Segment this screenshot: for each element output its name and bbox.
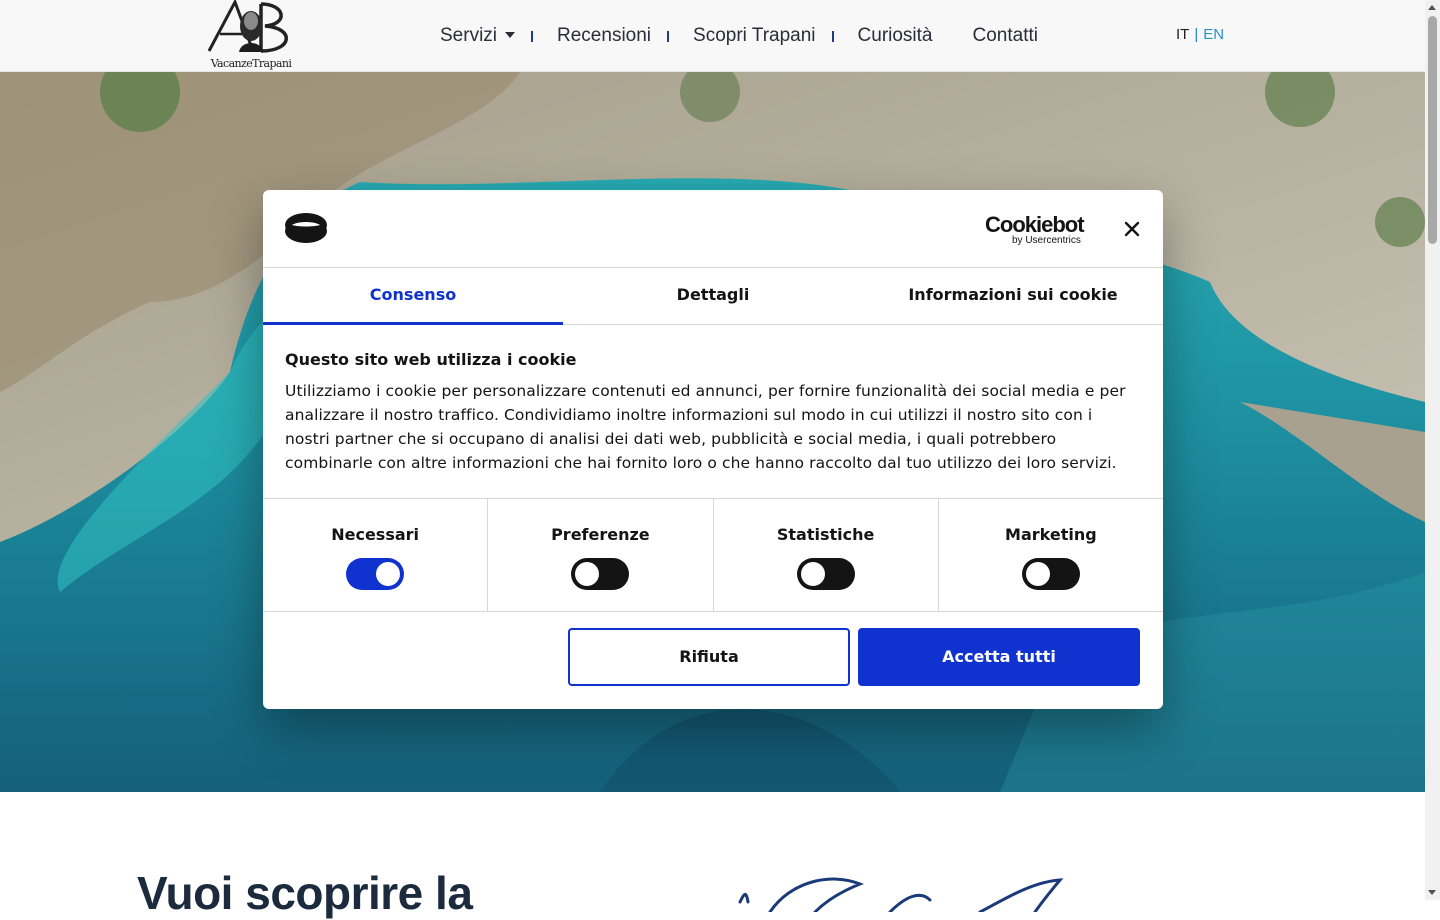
nav-item-recensioni[interactable]: Recensioni (541, 25, 667, 47)
nav-divider (667, 30, 670, 42)
category-label: Statistiche (776, 525, 875, 544)
toggle-knob (800, 562, 825, 586)
cookiebot-brand[interactable]: Cookiebot by Usercentrics (985, 212, 1087, 246)
nav-item-servizi[interactable]: Servizi (424, 25, 531, 47)
tab-informazioni[interactable]: Informazioni sui cookie (863, 268, 1163, 324)
tab-dettagli[interactable]: Dettagli (563, 268, 863, 324)
scrollbar-thumb[interactable] (1428, 16, 1437, 244)
category-label: Necessari (331, 525, 420, 544)
nav-item-curiosita[interactable]: Curiosità (842, 25, 949, 47)
page-scrollbar[interactable] (1425, 0, 1440, 900)
site-logo[interactable]: VacanzeTrapani (205, 0, 297, 72)
top-navbar: VacanzeTrapani Servizi Recensioni Scopri… (0, 0, 1425, 72)
cookie-consent-dialog: Cookiebot by Usercentrics Consenso Detta… (263, 190, 1163, 709)
lang-en[interactable]: EN (1203, 26, 1224, 43)
dialog-title: Questo sito web utilizza i cookie (285, 350, 577, 369)
accept-all-button[interactable]: Accetta tutti (858, 628, 1140, 686)
scroll-down-arrow-icon[interactable] (1428, 890, 1436, 895)
toggle-knob (376, 562, 401, 586)
language-switcher: IT | EN (1176, 26, 1224, 43)
chevron-down-icon (505, 32, 516, 38)
close-icon[interactable] (1122, 219, 1142, 239)
cookie-logo-icon (285, 213, 327, 243)
necessari-toggle[interactable] (346, 558, 405, 590)
dialog-tabs: Consenso Dettagli Informazioni sui cooki… (263, 268, 1163, 325)
logo-mark-icon (207, 0, 288, 53)
section-title: Vuoi scoprire la (137, 867, 473, 919)
category-label: Preferenze (551, 525, 650, 544)
consent-categories: Necessari Preferenze Statistiche Marketi… (263, 498, 1163, 612)
dialog-header: Cookiebot by Usercentrics (263, 190, 1163, 268)
toggle-knob (1025, 562, 1050, 586)
brand-subtitle: by Usercentrics (1012, 235, 1081, 246)
tab-consenso[interactable]: Consenso (263, 268, 563, 325)
scroll-up-arrow-icon[interactable] (1428, 5, 1436, 10)
category-label: Marketing (1005, 525, 1097, 544)
main-menu: Servizi Recensioni Scopri Trapani Curios… (424, 0, 1054, 72)
toggle-knob (575, 562, 600, 586)
signature-script-graphic (738, 877, 1064, 912)
marketing-toggle[interactable] (1021, 558, 1080, 590)
reject-button[interactable]: Rifiuta (568, 628, 850, 686)
nav-divider (531, 30, 534, 42)
nav-divider (831, 30, 834, 42)
category-marketing: Marketing (939, 499, 1163, 611)
category-preferenze: Preferenze (488, 499, 714, 611)
category-statistiche: Statistiche (714, 499, 939, 611)
preferenze-toggle[interactable] (571, 558, 630, 590)
statistiche-toggle[interactable] (796, 558, 855, 590)
lang-it[interactable]: IT (1176, 26, 1189, 43)
nav-label: Servizi (440, 25, 498, 46)
category-necessari: Necessari (263, 499, 489, 611)
logo-caption: VacanzeTrapani (210, 57, 292, 70)
nav-item-contatti[interactable]: Contatti (957, 25, 1054, 47)
lang-separator: | (1194, 26, 1199, 43)
dialog-description: Utilizziamo i cookie per personalizzare … (285, 382, 1126, 472)
nav-item-scopri-trapani[interactable]: Scopri Trapani (677, 25, 832, 47)
